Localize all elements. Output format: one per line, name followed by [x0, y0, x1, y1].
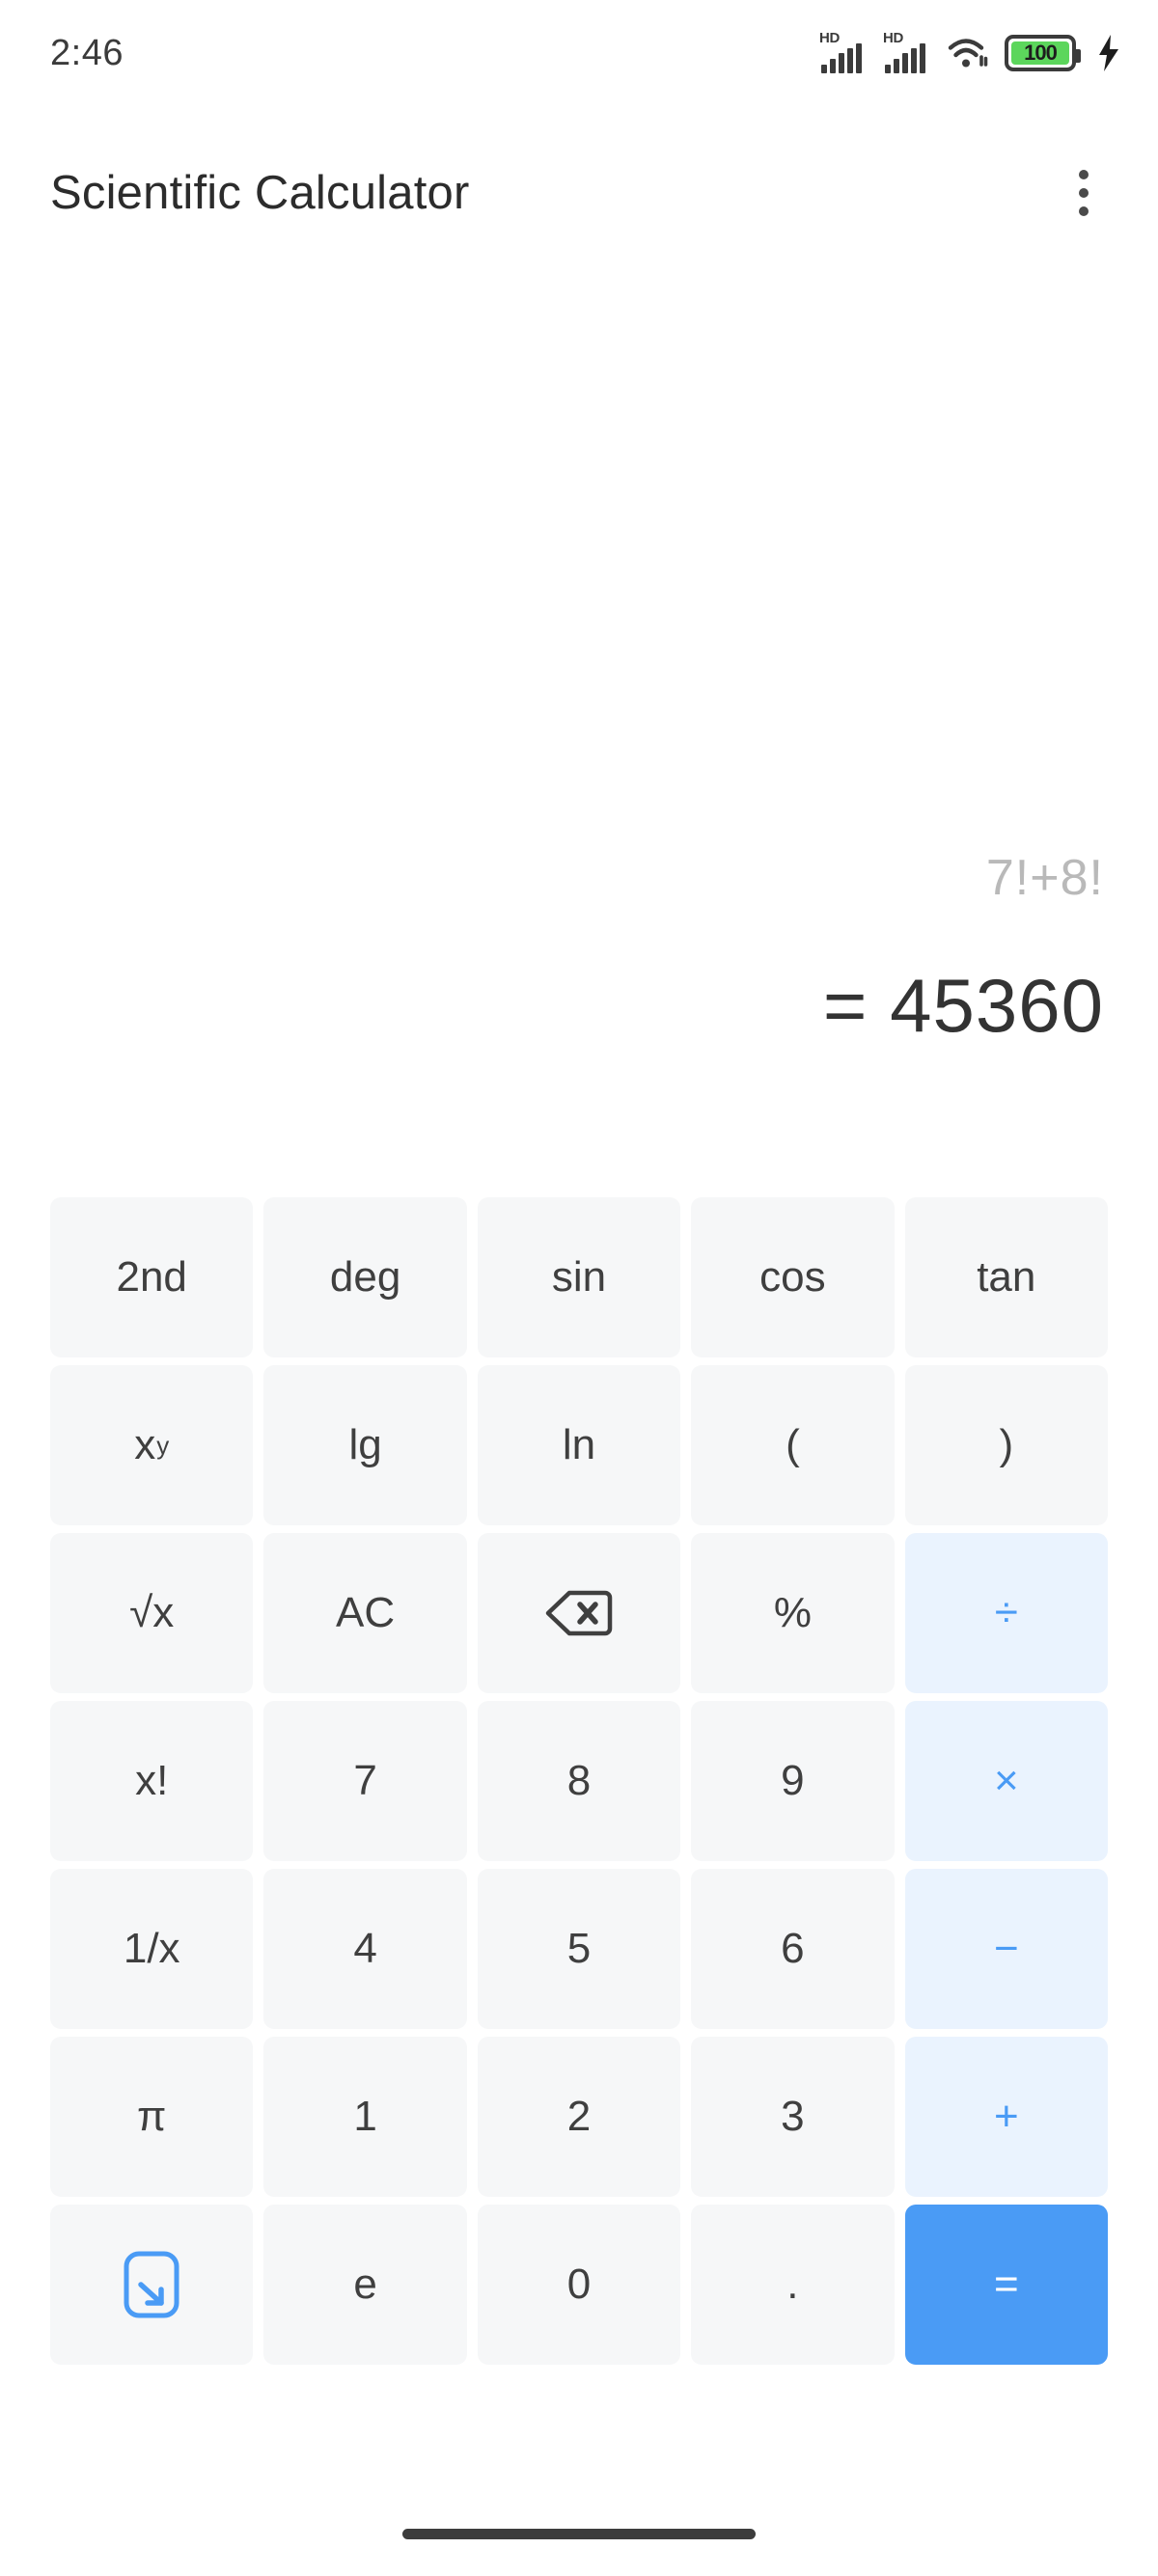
- key-label: 3: [781, 2093, 805, 2140]
- signal-bars-2: [885, 43, 925, 73]
- key-deg[interactable]: deg: [263, 1197, 467, 1357]
- key-reciprocal[interactable]: 1/x: [50, 1869, 254, 2029]
- key-label: cos: [759, 1253, 826, 1301]
- calculator-display: 7!+8! = 45360: [0, 849, 1158, 1158]
- key-0[interactable]: 0: [477, 2205, 681, 2365]
- signal-hd-icon-2: HD: [883, 30, 933, 73]
- key-2nd[interactable]: 2nd: [50, 1197, 254, 1357]
- key-percent[interactable]: %: [691, 1533, 895, 1693]
- key-label: x: [134, 1421, 156, 1468]
- key-label: 1/x: [123, 1925, 180, 1972]
- key-label: 2nd: [116, 1253, 187, 1301]
- key-lg[interactable]: lg: [263, 1365, 467, 1525]
- key-add[interactable]: +: [904, 2037, 1108, 2197]
- key-6[interactable]: 6: [691, 1869, 895, 2029]
- battery-icon: 100: [1005, 35, 1081, 71]
- key-decimal-point[interactable]: .: [691, 2205, 895, 2365]
- status-bar: 2:46 HD HD 100: [0, 0, 1158, 106]
- key-pi[interactable]: π: [50, 2037, 254, 2197]
- key-multiply[interactable]: ×: [904, 1701, 1108, 1861]
- key-power[interactable]: xy: [50, 1365, 254, 1525]
- key-9[interactable]: 9: [691, 1701, 895, 1861]
- wifi-icon: [947, 35, 991, 71]
- collapse-keypad-icon: [123, 2250, 180, 2319]
- key-cos[interactable]: cos: [691, 1197, 895, 1357]
- key-label: sin: [551, 1253, 607, 1301]
- key-ln[interactable]: ln: [477, 1365, 681, 1525]
- hd-label-2: HD: [883, 30, 904, 46]
- key-label: ÷: [994, 1589, 1018, 1636]
- key-label: x!: [135, 1757, 169, 1804]
- key-4[interactable]: 4: [263, 1869, 467, 2029]
- key-label: 2: [566, 2093, 592, 2140]
- key-collapse-keypad[interactable]: [50, 2205, 254, 2365]
- signal-hd-icon-1: HD: [819, 30, 869, 73]
- key-label: tan: [977, 1253, 1036, 1301]
- battery-level: 100: [1024, 41, 1058, 65]
- key-5[interactable]: 5: [477, 1869, 681, 2029]
- key-label: lg: [348, 1421, 382, 1468]
- key-tan[interactable]: tan: [904, 1197, 1108, 1357]
- key-label: 7: [353, 1757, 377, 1804]
- key-label: ): [999, 1421, 1014, 1468]
- key-2[interactable]: 2: [477, 2037, 681, 2197]
- key-factorial[interactable]: x!: [50, 1701, 254, 1861]
- key-euler[interactable]: e: [263, 2205, 467, 2365]
- status-bar-indicators: HD HD 100: [819, 30, 1121, 73]
- key-label: 6: [781, 1925, 805, 1972]
- expression-text: 7!+8!: [985, 850, 1104, 906]
- calculator-app-screen: 2:46 HD HD 100 Scientific Calculator 7!+…: [0, 0, 1158, 2576]
- home-indicator[interactable]: [402, 2529, 756, 2539]
- key-8[interactable]: 8: [477, 1701, 681, 1861]
- key-label: −: [993, 1925, 1019, 1972]
- hd-label-1: HD: [819, 30, 841, 46]
- key-label: √x: [129, 1589, 175, 1636]
- key-label: 9: [781, 1757, 805, 1804]
- page-title: Scientific Calculator: [50, 167, 470, 219]
- key-label: π: [137, 2093, 167, 2140]
- charging-bolt-icon: [1096, 35, 1121, 71]
- key-backspace[interactable]: [477, 1533, 681, 1693]
- key-label: 1: [353, 2093, 377, 2140]
- key-label: (: [786, 1421, 800, 1468]
- key-label: 0: [566, 2261, 592, 2308]
- key-label: 4: [353, 1925, 377, 1972]
- key--[interactable]: (: [691, 1365, 895, 1525]
- key-label: deg: [329, 1253, 401, 1301]
- key-divide[interactable]: ÷: [904, 1533, 1108, 1693]
- key-label: e: [353, 2261, 377, 2308]
- signal-bars-1: [821, 43, 862, 73]
- key-label: =: [993, 2261, 1019, 2308]
- status-bar-clock: 2:46: [50, 32, 124, 73]
- key-label: ln: [562, 1421, 596, 1468]
- key-label: +: [993, 2093, 1019, 2140]
- key-label: 8: [566, 1757, 592, 1804]
- overflow-menu-icon[interactable]: [1056, 158, 1112, 228]
- app-bar: Scientific Calculator: [0, 135, 1158, 251]
- key-all-clear[interactable]: AC: [263, 1533, 467, 1693]
- key-label: %: [773, 1589, 812, 1636]
- calculator-keypad: 2nd deg sin cos tan x y lg ln () √x AC% ÷ x! 7 8 9 × 1/x 4 5…: [50, 1197, 1108, 2365]
- key-3[interactable]: 3: [691, 2037, 895, 2197]
- key-label: 5: [566, 1925, 592, 1972]
- key-label: ×: [993, 1757, 1019, 1804]
- key-label: .: [786, 2261, 799, 2308]
- backspace-icon: [545, 1589, 613, 1637]
- key--[interactable]: ): [904, 1365, 1108, 1525]
- result-text: = 45360: [822, 963, 1104, 1048]
- key-subtract[interactable]: −: [904, 1869, 1108, 2029]
- key-1[interactable]: 1: [263, 2037, 467, 2197]
- key-sin[interactable]: sin: [477, 1197, 681, 1357]
- key-equals[interactable]: =: [904, 2205, 1108, 2365]
- key-square-root[interactable]: √x: [50, 1533, 254, 1693]
- key-label: AC: [336, 1589, 396, 1636]
- key-7[interactable]: 7: [263, 1701, 467, 1861]
